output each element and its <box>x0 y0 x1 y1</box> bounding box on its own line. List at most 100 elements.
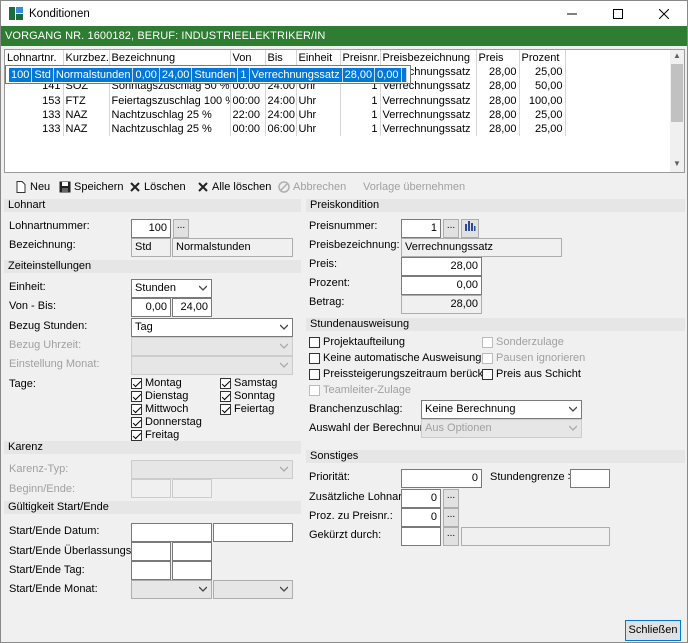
opt-preissteigerung-checkbox[interactable]: Preissteigerungszeitraum berücks. <box>309 368 492 380</box>
day-sonntag-checkbox[interactable]: Sonntag <box>220 390 275 402</box>
table-row[interactable]: 153 FTZ Feiertagszuschlag 100 % 00:00 24:00 U… <box>5 93 672 108</box>
pct-preisnr-lookup-button[interactable]: ... <box>443 508 459 527</box>
lohnart-short-field[interactable]: Std <box>131 238 171 257</box>
minimize-button[interactable] <box>549 1 595 27</box>
scroll-thumb[interactable] <box>671 64 683 122</box>
cell-prozent: 0,00 <box>374 68 402 83</box>
valid-month-start-select[interactable] <box>131 580 212 599</box>
basis-select[interactable]: Tag <box>131 318 293 337</box>
extra-lohnart-lookup-button[interactable]: ... <box>443 489 459 508</box>
scroll-down-icon[interactable]: ▼ <box>672 159 682 171</box>
valid-day-start-input[interactable] <box>131 561 171 580</box>
unit-select[interactable]: Stunden <box>131 279 212 298</box>
opt-pausen-checkbox[interactable]: Pausen ignorieren <box>482 352 585 364</box>
price-desc-field[interactable]: Verrechnungssatz <box>401 238 562 257</box>
shortened-by-desc-field[interactable] <box>461 527 610 546</box>
amount-field[interactable]: 28,00 <box>401 295 482 314</box>
time-basis-select[interactable] <box>131 337 293 356</box>
delete-all-x-icon <box>198 182 208 192</box>
day-samstag-checkbox[interactable]: Samstag <box>220 377 277 389</box>
karenz-end-input[interactable] <box>172 479 212 498</box>
lohnart-lookup-button[interactable]: ... <box>173 219 189 238</box>
cancel-button[interactable]: Abbrechen <box>278 179 346 195</box>
price-chart-button[interactable] <box>461 219 479 238</box>
col-prozent[interactable]: Prozent <box>519 50 566 65</box>
valid-date-end-input[interactable] <box>213 523 293 542</box>
lohnart-desc-field[interactable]: Normalstunden <box>172 238 293 257</box>
col-bezeichnung[interactable]: Bezeichnung <box>109 50 231 65</box>
col-lohnartnr[interactable]: Lohnartnr. <box>5 50 64 65</box>
day-donnerstag-checkbox[interactable]: Donnerstag <box>131 416 202 428</box>
col-bis[interactable]: Bis <box>265 50 297 65</box>
col-einheit[interactable]: Einheit <box>296 50 341 65</box>
maximize-button[interactable] <box>595 1 641 27</box>
shortened-by-lookup-button[interactable]: ... <box>443 527 459 546</box>
col-von[interactable]: Von <box>230 50 266 65</box>
day-montag-checkbox[interactable]: Montag <box>131 377 182 389</box>
lohnart-nr-input[interactable]: 100 <box>131 219 171 238</box>
price-pct-input[interactable]: 0,00 <box>401 276 482 295</box>
valid-days-start-input[interactable] <box>131 542 171 561</box>
extra-lohnart-input[interactable]: 0 <box>401 489 441 508</box>
valid-date-start-input[interactable] <box>131 523 212 542</box>
table-row[interactable]: 100 Std Normalstunden 0,00 24,00 Stunden 1 Verr… <box>5 65 411 84</box>
karenz-type-select[interactable] <box>131 460 293 479</box>
day-feiertag-checkbox[interactable]: Feiertag <box>220 403 274 415</box>
delete-button[interactable]: Löschen <box>129 179 186 195</box>
opt-teamleiter-checkbox[interactable]: Teamleiter-Zulage <box>309 384 411 396</box>
branch-value: Keine Berechnung <box>425 403 516 415</box>
range-to-input[interactable]: 24,00 <box>172 298 212 317</box>
price-nr-input[interactable]: 1 <box>401 219 441 238</box>
toolbar: Neu Speichern Löschen Alle löschen Abbre… <box>1 175 687 197</box>
opt-sonderzulage-checkbox[interactable]: Sonderzulage <box>482 336 564 348</box>
day-dienstag-checkbox[interactable]: Dienstag <box>131 390 188 402</box>
opt-projektaufteilung-checkbox[interactable]: Projektaufteilung <box>309 336 405 348</box>
price-input[interactable]: 28,00 <box>401 257 482 276</box>
opt-preis-schicht-checkbox[interactable]: Preis aus Schicht <box>482 368 581 380</box>
col-preisbezeichnung[interactable]: Preisbezeichnung <box>380 50 477 65</box>
section-validity: Gültigkeit Start/Ende <box>4 501 301 514</box>
cell-preisbezeichnung: Verrechnungssatz <box>380 107 477 123</box>
priority-input[interactable]: 0 <box>401 469 482 488</box>
close-button[interactable]: Schließen <box>625 620 681 641</box>
day-freitag-checkbox[interactable]: Freitag <box>131 429 179 441</box>
day-sonntag-label: Sonntag <box>234 390 275 402</box>
delete-all-button[interactable]: Alle löschen <box>197 179 271 195</box>
pct-preisnr-input[interactable]: 0 <box>401 508 441 527</box>
day-dienstag-label: Dienstag <box>145 390 189 402</box>
cell-filler <box>565 122 672 137</box>
opt-keine-ausweisung-checkbox[interactable]: Keine automatische Ausweisung <box>309 352 481 364</box>
scroll-up-icon[interactable]: ▲ <box>672 51 682 63</box>
valid-day-end-input[interactable] <box>172 561 212 580</box>
delete-x-icon <box>130 182 140 192</box>
shortened-by-input[interactable] <box>401 527 441 546</box>
grid-header-row: Lohnartnr. Kurzbez. Bezeichnung Von Bis … <box>5 50 672 65</box>
cell-prozent: 25,00 <box>519 122 566 137</box>
branch-select[interactable]: Keine Berechnung <box>421 400 582 419</box>
delete-label: Löschen <box>144 181 186 193</box>
chevron-down-icon <box>569 406 577 412</box>
karenz-begin-input[interactable] <box>131 479 171 498</box>
col-preisnr[interactable]: Preisnr. <box>340 50 381 65</box>
col-kurzbez[interactable]: Kurzbez. <box>63 50 110 65</box>
cancel-label: Abbrechen <box>293 181 347 193</box>
range-from-input[interactable]: 0,00 <box>131 298 171 317</box>
valid-days-end-input[interactable] <box>172 542 212 561</box>
apply-template-button[interactable]: Vorlage übernehmen <box>363 179 465 195</box>
new-button[interactable]: Neu <box>15 179 50 195</box>
hour-limit-input[interactable] <box>570 469 610 488</box>
grid-scrollbar[interactable]: ▲ ▼ <box>670 50 684 172</box>
close-icon <box>659 9 669 19</box>
close-window-button[interactable] <box>641 1 687 27</box>
valid-month-end-select[interactable] <box>213 580 293 599</box>
table-row[interactable]: 133 NAZ Nachtzuschlag 25 % 22:00 24:00 Uhr 1 Ve… <box>5 107 672 123</box>
month-setting-select[interactable] <box>131 356 293 375</box>
price-lookup-button[interactable]: ... <box>443 219 459 238</box>
day-mittwoch-checkbox[interactable]: Mittwoch <box>131 403 188 415</box>
save-button[interactable]: Speichern <box>59 179 124 195</box>
col-preis[interactable]: Preis <box>476 50 520 65</box>
table-row[interactable]: 133 NAZ Nachtzuschlag 25 % 00:00 06:00 Uhr 1 Ve… <box>5 122 672 137</box>
calc-select[interactable]: Aus Optionen <box>421 419 582 438</box>
conditions-grid[interactable]: Lohnartnr. Kurzbez. Bezeichnung Von Bis … <box>4 49 685 173</box>
col-filler <box>565 50 672 65</box>
